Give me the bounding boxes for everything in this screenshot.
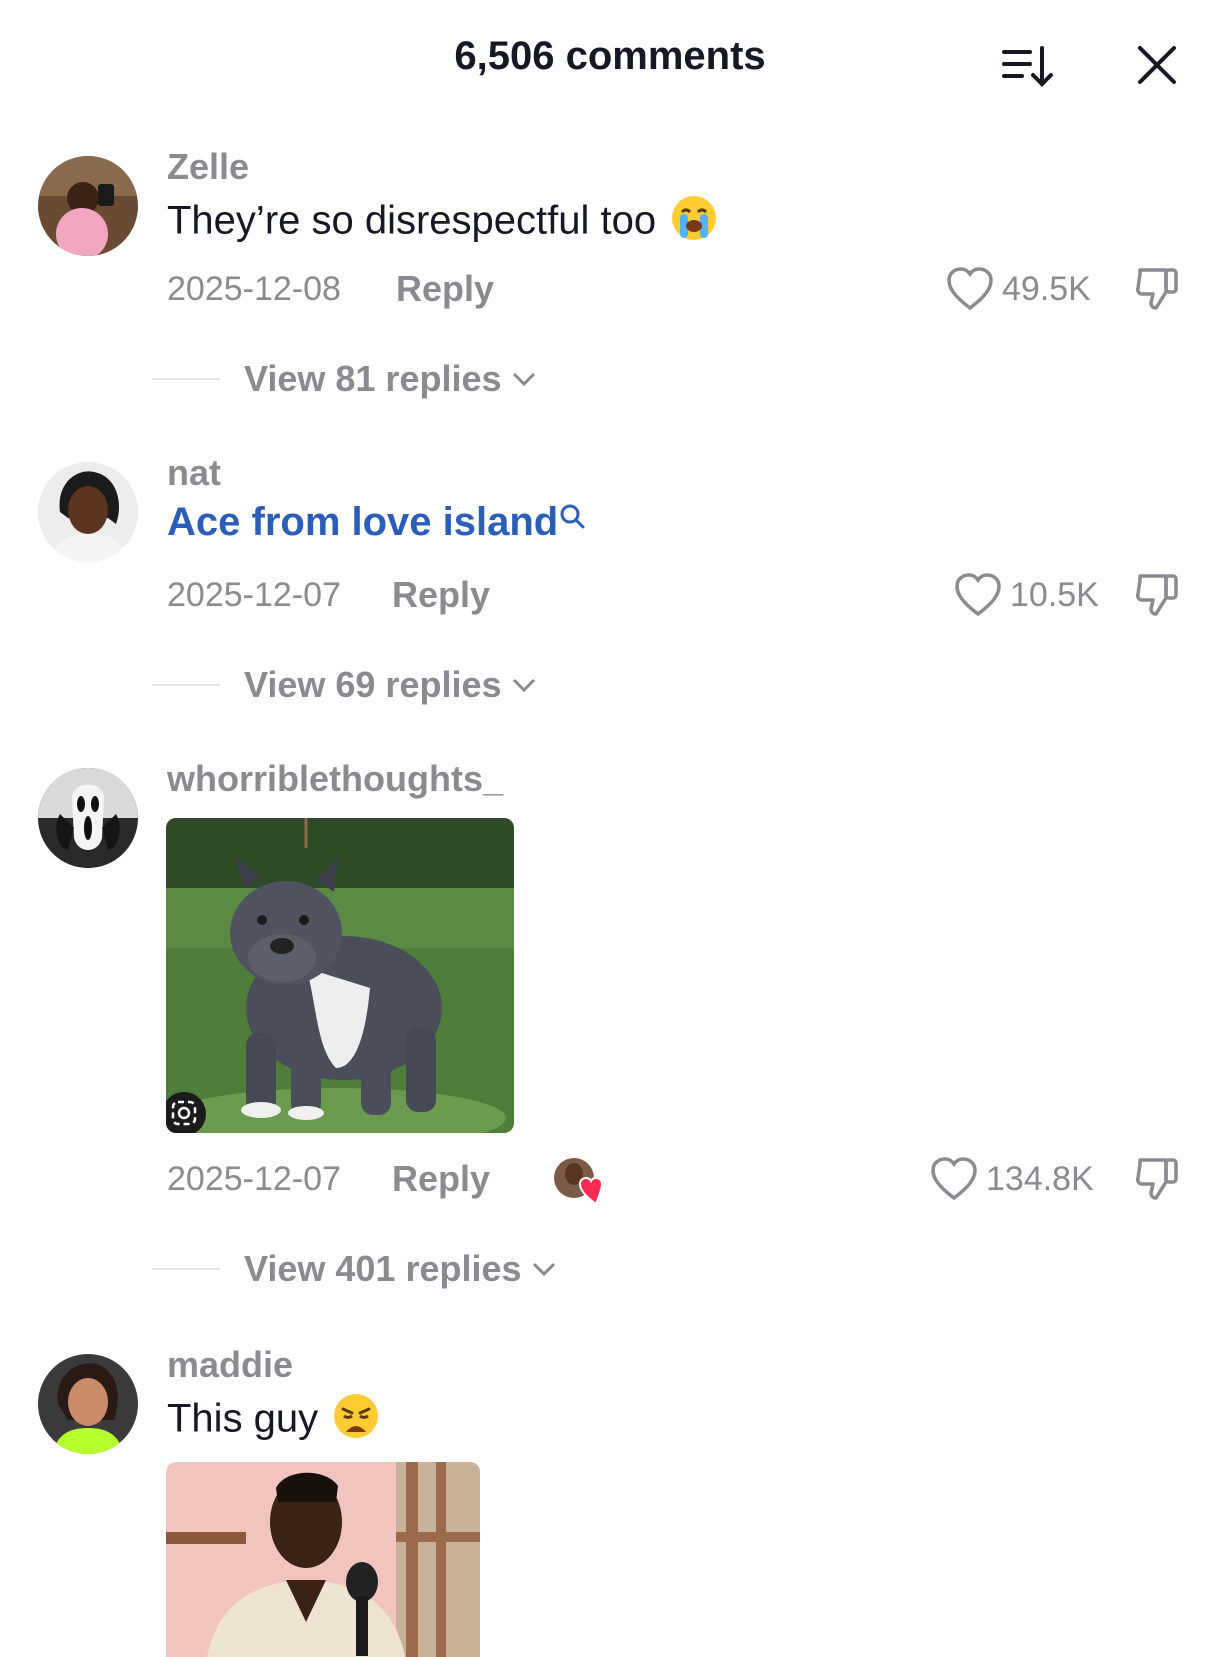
reply-button[interactable]: Reply <box>392 574 490 616</box>
like-button[interactable]: 134.8K <box>930 1156 1094 1202</box>
like-button[interactable]: 10.5K <box>954 572 1099 618</box>
comment-date: 2025-12-07 <box>167 1160 341 1198</box>
comment-text-content: This guy <box>167 1396 319 1441</box>
comment-text: This guy <box>167 1392 380 1450</box>
divider <box>152 378 220 380</box>
dislike-button[interactable] <box>1132 570 1182 620</box>
sort-icon <box>1002 46 1053 87</box>
comment-text-content: They’re so disrespectful too <box>167 198 657 243</box>
avatar[interactable] <box>38 1354 138 1454</box>
view-replies-label: View 81 replies <box>244 358 502 399</box>
comment-date: 2025-12-08 <box>167 270 341 308</box>
view-replies-button[interactable]: View 69 replies <box>152 664 538 706</box>
sort-button[interactable] <box>1000 38 1056 94</box>
view-replies-button[interactable]: View 81 replies <box>152 358 538 400</box>
divider <box>152 1268 220 1270</box>
visual-search-icon[interactable] <box>170 1099 198 1127</box>
view-replies-label: View 401 replies <box>244 1248 522 1289</box>
comment-link-text[interactable]: Ace from love island <box>167 500 558 544</box>
close-icon <box>1138 46 1176 84</box>
reply-button[interactable]: Reply <box>392 1158 490 1200</box>
search-icon <box>560 504 585 529</box>
dislike-button[interactable] <box>1132 264 1182 314</box>
heart-icon <box>947 267 993 311</box>
thumbs-down-icon <box>1136 268 1178 310</box>
comment-text[interactable]: Ace from love island <box>167 500 586 545</box>
comment-username[interactable]: maddie <box>167 1344 293 1386</box>
chevron-down-icon <box>532 1262 555 1277</box>
thumbs-down-icon <box>1136 1158 1178 1200</box>
comments-sheet: 6,506 comments Zelle They’re so disrespe… <box>0 0 1220 1657</box>
chevron-down-icon <box>512 372 535 387</box>
reply-button[interactable]: Reply <box>396 268 494 310</box>
like-button[interactable]: 49.5K <box>946 266 1091 312</box>
thumbs-down-icon <box>1136 574 1178 616</box>
comment-username[interactable]: Zelle <box>167 146 249 188</box>
weary-face-emoji-icon <box>332 1392 380 1450</box>
creator-liked-badge <box>552 1156 606 1206</box>
avatar[interactable] <box>38 462 138 562</box>
dislike-button[interactable] <box>1132 1154 1182 1204</box>
comment-username[interactable]: nat <box>167 452 221 494</box>
heart-icon <box>955 573 1001 617</box>
comment-text: They’re so disrespectful too <box>167 194 718 252</box>
like-count: 10.5K <box>1010 575 1099 614</box>
chevron-down-icon <box>512 678 535 693</box>
comment-image[interactable] <box>166 1462 480 1657</box>
comment-image[interactable] <box>166 818 514 1133</box>
view-replies-label: View 69 replies <box>244 664 502 705</box>
close-button[interactable] <box>1130 38 1186 94</box>
divider <box>152 684 220 686</box>
avatar[interactable] <box>38 768 138 868</box>
view-replies-button[interactable]: View 401 replies <box>152 1248 558 1290</box>
heart-icon <box>931 1157 977 1201</box>
like-count: 49.5K <box>1002 269 1091 308</box>
comment-date: 2025-12-07 <box>167 576 341 614</box>
comment-username[interactable]: whorriblethoughts_ <box>167 758 503 800</box>
like-count: 134.8K <box>986 1159 1094 1198</box>
crying-face-emoji-icon <box>670 194 718 252</box>
avatar[interactable] <box>38 156 138 256</box>
